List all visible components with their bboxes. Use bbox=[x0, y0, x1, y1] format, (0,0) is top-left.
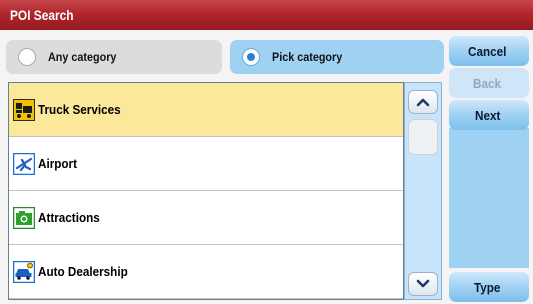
list-item-label: Attractions bbox=[38, 210, 100, 225]
list-item-airport[interactable]: Airport bbox=[9, 137, 403, 191]
list-item-label: Airport bbox=[38, 156, 78, 171]
list-item-label: Auto Dealership bbox=[38, 264, 128, 279]
type-button-label: Type bbox=[474, 279, 501, 295]
list-item-truck-services[interactable]: Truck Services bbox=[9, 83, 403, 137]
truck-services-icon bbox=[13, 98, 35, 121]
poi-category-list: Truck Services Airport Attractions Auto … bbox=[8, 82, 404, 300]
back-button-label: Back bbox=[473, 75, 502, 91]
any-category-radio-icon[interactable] bbox=[18, 48, 36, 66]
window-title: POI Search bbox=[10, 7, 74, 23]
back-button[interactable]: Back bbox=[449, 68, 529, 98]
chevron-up-icon bbox=[416, 98, 430, 107]
scroll-down-button[interactable] bbox=[408, 272, 438, 296]
type-button[interactable]: Type bbox=[449, 272, 529, 302]
list-item-auto-dealership[interactable]: Auto Dealership bbox=[9, 245, 403, 299]
chevron-down-icon bbox=[416, 279, 430, 288]
pick-category-label: Pick category bbox=[272, 50, 343, 64]
pick-category-radio-icon[interactable] bbox=[242, 48, 260, 66]
next-button[interactable]: Next bbox=[449, 100, 529, 130]
any-category-option[interactable]: Any category bbox=[6, 40, 222, 74]
cancel-button[interactable]: Cancel bbox=[449, 36, 529, 66]
list-scrollbar[interactable] bbox=[404, 82, 442, 300]
airplane-icon bbox=[13, 152, 35, 175]
scroll-thumb[interactable] bbox=[408, 119, 438, 155]
cancel-button-label: Cancel bbox=[467, 43, 507, 59]
pick-category-option[interactable]: Pick category bbox=[230, 40, 444, 74]
any-category-label: Any category bbox=[48, 50, 117, 64]
car-dealer-icon bbox=[13, 260, 35, 283]
list-item-label: Truck Services bbox=[38, 102, 121, 117]
scroll-up-button[interactable] bbox=[408, 90, 438, 114]
side-panel-background bbox=[449, 128, 529, 268]
camera-icon bbox=[13, 206, 35, 229]
title-bar: POI Search bbox=[0, 0, 533, 30]
list-item-attractions[interactable]: Attractions bbox=[9, 191, 403, 245]
next-button-label: Next bbox=[474, 107, 501, 123]
